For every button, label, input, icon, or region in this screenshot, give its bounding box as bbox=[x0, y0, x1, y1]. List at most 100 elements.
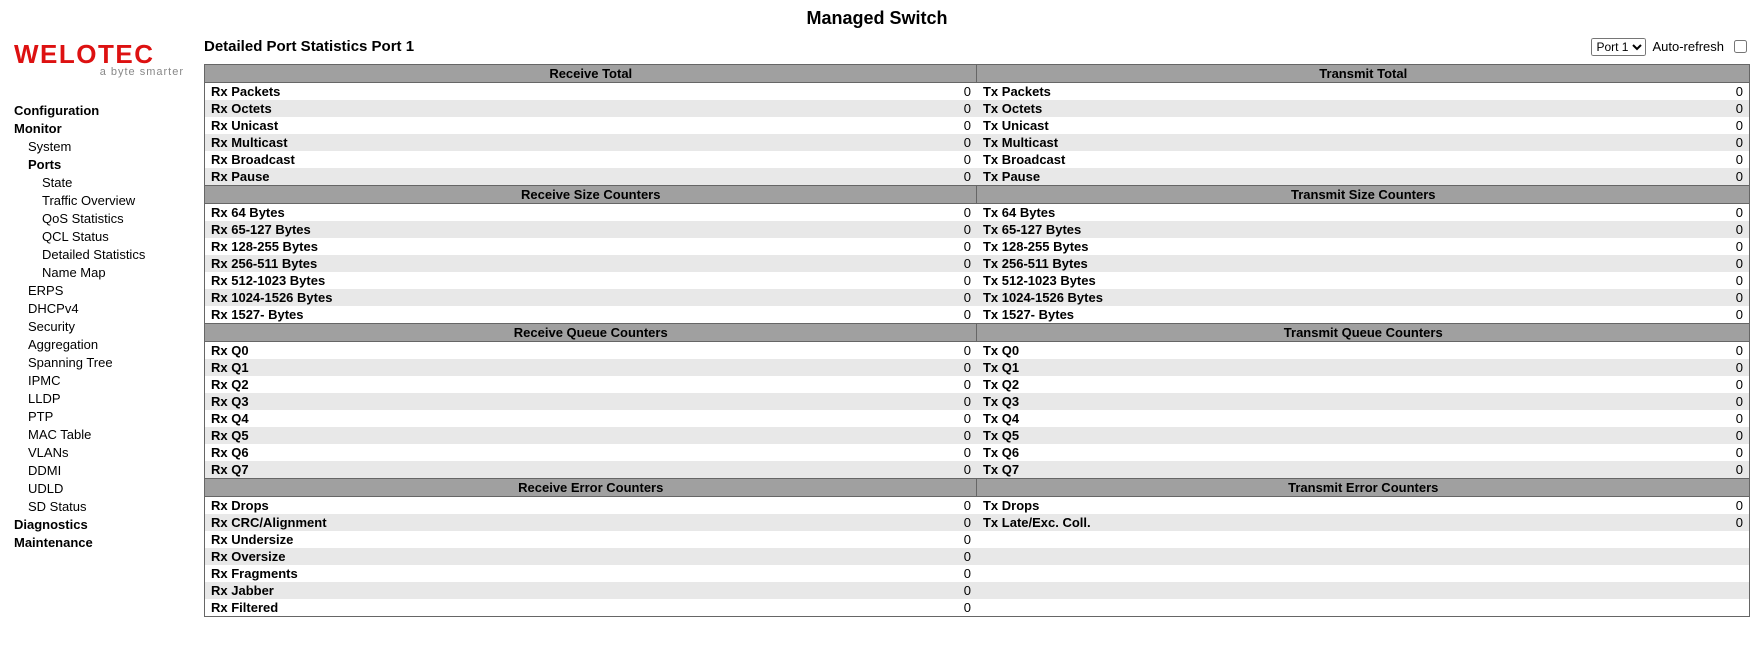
tx-label: Tx Octets bbox=[977, 100, 1317, 117]
table-row: Rx Q20Tx Q20 bbox=[205, 376, 1750, 393]
rx-label: Rx Filtered bbox=[205, 599, 545, 617]
table-row: Rx Fragments0 bbox=[205, 565, 1750, 582]
content-area: Detailed Port Statistics Port 1 Port 1 A… bbox=[194, 33, 1754, 617]
tx-value: 0 bbox=[1317, 272, 1750, 289]
table-row: Rx Pause0Tx Pause0 bbox=[205, 168, 1750, 186]
section-header-tx: Transmit Queue Counters bbox=[977, 324, 1750, 342]
nav-mac-table[interactable]: MAC Table bbox=[14, 426, 194, 444]
stats-table: Receive TotalTransmit TotalRx Packets0Tx… bbox=[204, 64, 1750, 617]
nav-erps[interactable]: ERPS bbox=[14, 282, 194, 300]
table-row: Rx 65-127 Bytes0Tx 65-127 Bytes0 bbox=[205, 221, 1750, 238]
rx-label: Rx Q5 bbox=[205, 427, 545, 444]
table-row: Rx Multicast0Tx Multicast0 bbox=[205, 134, 1750, 151]
nav-monitor[interactable]: Monitor bbox=[14, 120, 194, 138]
tx-label: Tx 1527- Bytes bbox=[977, 306, 1317, 324]
tx-label: Tx 64 Bytes bbox=[977, 204, 1317, 222]
nav-name-map[interactable]: Name Map bbox=[14, 264, 194, 282]
nav-lldp[interactable]: LLDP bbox=[14, 390, 194, 408]
tx-label bbox=[977, 582, 1317, 599]
tx-value: 0 bbox=[1317, 151, 1750, 168]
nav-aggregation[interactable]: Aggregation bbox=[14, 336, 194, 354]
nav-qcl-status[interactable]: QCL Status bbox=[14, 228, 194, 246]
rx-label: Rx Q4 bbox=[205, 410, 545, 427]
rx-label: Rx Packets bbox=[205, 83, 545, 101]
table-row: Rx Q70Tx Q70 bbox=[205, 461, 1750, 479]
nav-security[interactable]: Security bbox=[14, 318, 194, 336]
tx-value: 0 bbox=[1317, 461, 1750, 479]
rx-value: 0 bbox=[544, 117, 977, 134]
tx-label: Tx 1024-1526 Bytes bbox=[977, 289, 1317, 306]
rx-value: 0 bbox=[544, 497, 977, 515]
auto-refresh-checkbox[interactable] bbox=[1734, 40, 1747, 53]
table-row: Rx Jabber0 bbox=[205, 582, 1750, 599]
rx-value: 0 bbox=[544, 306, 977, 324]
table-row: Rx Filtered0 bbox=[205, 599, 1750, 617]
nav-vlans[interactable]: VLANs bbox=[14, 444, 194, 462]
rx-label: Rx Unicast bbox=[205, 117, 545, 134]
table-row: Rx Q50Tx Q50 bbox=[205, 427, 1750, 444]
rx-value: 0 bbox=[544, 461, 977, 479]
tx-label: Tx Q4 bbox=[977, 410, 1317, 427]
rx-value: 0 bbox=[544, 342, 977, 360]
tx-value: 0 bbox=[1317, 497, 1750, 515]
nav-sd-status[interactable]: SD Status bbox=[14, 498, 194, 516]
table-row: Rx 256-511 Bytes0Tx 256-511 Bytes0 bbox=[205, 255, 1750, 272]
tx-label: Tx Q1 bbox=[977, 359, 1317, 376]
nav-ptp[interactable]: PTP bbox=[14, 408, 194, 426]
nav-detailed-statistics[interactable]: Detailed Statistics bbox=[14, 246, 194, 264]
tx-label: Tx Multicast bbox=[977, 134, 1317, 151]
rx-value: 0 bbox=[544, 444, 977, 461]
rx-label: Rx Fragments bbox=[205, 565, 545, 582]
nav-ports[interactable]: Ports bbox=[14, 156, 194, 174]
tx-value: 0 bbox=[1317, 238, 1750, 255]
tx-label bbox=[977, 565, 1317, 582]
section-header-rx: Receive Queue Counters bbox=[205, 324, 977, 342]
rx-value: 0 bbox=[544, 599, 977, 617]
nav-configuration[interactable]: Configuration bbox=[14, 102, 194, 120]
tx-value: 0 bbox=[1317, 168, 1750, 186]
page-controls: Port 1 Auto-refresh bbox=[1591, 37, 1750, 56]
nav-maintenance[interactable]: Maintenance bbox=[14, 534, 194, 552]
rx-value: 0 bbox=[544, 100, 977, 117]
tx-value: 0 bbox=[1317, 342, 1750, 360]
nav-traffic-overview[interactable]: Traffic Overview bbox=[14, 192, 194, 210]
table-row: Rx Undersize0 bbox=[205, 531, 1750, 548]
rx-label: Rx Q3 bbox=[205, 393, 545, 410]
nav-ipmc[interactable]: IPMC bbox=[14, 372, 194, 390]
table-row: Rx Q00Tx Q00 bbox=[205, 342, 1750, 360]
rx-value: 0 bbox=[544, 289, 977, 306]
nav-tree: Configuration Monitor System Ports State… bbox=[14, 102, 194, 552]
rx-value: 0 bbox=[544, 151, 977, 168]
tx-label: Tx Q5 bbox=[977, 427, 1317, 444]
nav-udld[interactable]: UDLD bbox=[14, 480, 194, 498]
nav-spanning-tree[interactable]: Spanning Tree bbox=[14, 354, 194, 372]
rx-label: Rx 1024-1526 Bytes bbox=[205, 289, 545, 306]
nav-system[interactable]: System bbox=[14, 138, 194, 156]
section-header-rx: Receive Size Counters bbox=[205, 186, 977, 204]
table-row: Rx Q40Tx Q40 bbox=[205, 410, 1750, 427]
tx-label: Tx Q7 bbox=[977, 461, 1317, 479]
banner-title: Managed Switch bbox=[0, 0, 1754, 33]
rx-value: 0 bbox=[544, 134, 977, 151]
table-row: Rx Broadcast0Tx Broadcast0 bbox=[205, 151, 1750, 168]
tx-value bbox=[1317, 582, 1750, 599]
tx-value: 0 bbox=[1317, 289, 1750, 306]
rx-label: Rx Oversize bbox=[205, 548, 545, 565]
tx-value: 0 bbox=[1317, 134, 1750, 151]
nav-state[interactable]: State bbox=[14, 174, 194, 192]
tx-label: Tx 65-127 Bytes bbox=[977, 221, 1317, 238]
table-row: Rx CRC/Alignment0Tx Late/Exc. Coll.0 bbox=[205, 514, 1750, 531]
nav-diagnostics[interactable]: Diagnostics bbox=[14, 516, 194, 534]
nav-qos-statistics[interactable]: QoS Statistics bbox=[14, 210, 194, 228]
tx-label: Tx Q6 bbox=[977, 444, 1317, 461]
nav-dhcpv4[interactable]: DHCPv4 bbox=[14, 300, 194, 318]
rx-value: 0 bbox=[544, 359, 977, 376]
port-select[interactable]: Port 1 bbox=[1591, 38, 1646, 56]
tx-value: 0 bbox=[1317, 117, 1750, 134]
tx-value: 0 bbox=[1317, 255, 1750, 272]
tx-value: 0 bbox=[1317, 204, 1750, 222]
table-row: Rx Q10Tx Q10 bbox=[205, 359, 1750, 376]
tx-value: 0 bbox=[1317, 221, 1750, 238]
nav-ddmi[interactable]: DDMI bbox=[14, 462, 194, 480]
rx-value: 0 bbox=[544, 255, 977, 272]
